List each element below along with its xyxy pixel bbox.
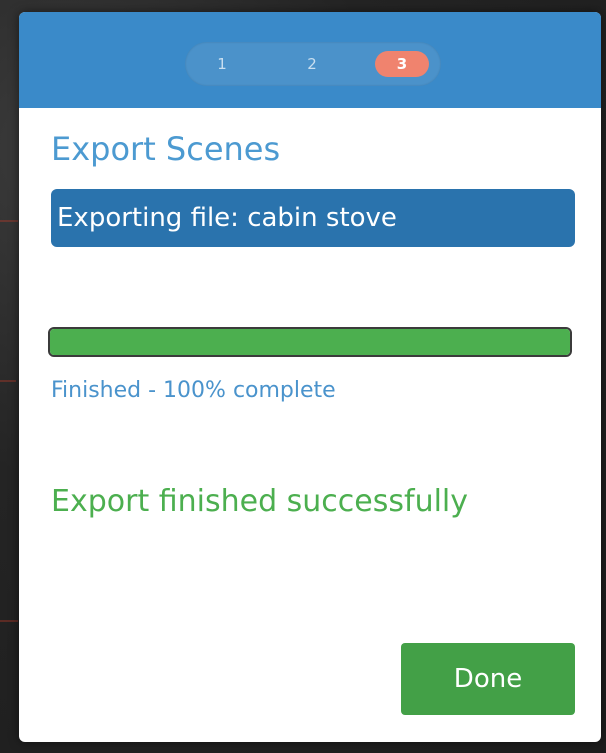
dialog-title: Export Scenes	[51, 130, 281, 168]
background-detail	[0, 380, 16, 382]
background-detail	[0, 220, 18, 222]
background-detail	[0, 620, 18, 622]
done-button[interactable]: Done	[401, 643, 575, 715]
step-indicator: 1 2 3	[185, 42, 441, 86]
dialog-header: 1 2 3	[19, 12, 601, 108]
export-result-message: Export finished successfully	[51, 484, 469, 519]
step-2: 2	[307, 55, 317, 73]
step-3-active: 3	[375, 51, 429, 77]
exporting-file-status: Exporting file: cabin stove	[51, 189, 575, 247]
progress-bar-fill	[50, 329, 570, 355]
export-dialog: 1 2 3 Export Scenes Exporting file: cabi…	[19, 12, 601, 742]
step-1: 1	[217, 55, 227, 73]
progress-status-text: Finished - 100% complete	[51, 378, 336, 403]
progress-bar	[48, 327, 572, 357]
